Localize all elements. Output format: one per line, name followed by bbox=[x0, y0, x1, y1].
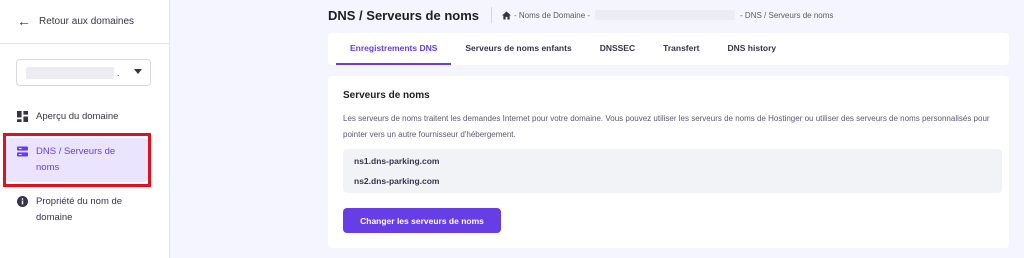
breadcrumb-domains[interactable]: - Noms de Domaine - bbox=[514, 11, 590, 20]
tab-transfer[interactable]: Transfert bbox=[649, 33, 713, 65]
info-icon bbox=[17, 196, 28, 207]
card-description: Les serveurs de noms traitent les demand… bbox=[343, 114, 990, 139]
breadcrumb-domain-redacted[interactable] bbox=[595, 10, 736, 20]
nameserver-list: ns1.dns-parking.com ns2.dns-parking.com bbox=[343, 149, 1002, 193]
sidebar-item-dns-nameservers[interactable]: DNS / Serveurs de noms bbox=[6, 138, 148, 182]
change-nameservers-button[interactable]: Changer les serveurs de noms bbox=[343, 208, 501, 233]
sidebar-divider bbox=[0, 43, 170, 44]
page-title: DNS / Serveurs de noms bbox=[328, 7, 479, 23]
sidebar-item-label: Propriété du nom de domaine bbox=[36, 196, 123, 223]
header-separator bbox=[491, 7, 492, 23]
main-content: DNS / Serveurs de noms - Noms de Domaine… bbox=[171, 0, 1024, 258]
back-label: Retour aux domaines bbox=[39, 15, 135, 27]
dashboard-icon bbox=[17, 111, 28, 122]
breadcrumb: - Noms de Domaine - - DNS / Serveurs de … bbox=[502, 10, 833, 20]
home-icon[interactable] bbox=[502, 10, 511, 20]
back-to-domains-link[interactable]: ← Retour aux domaines bbox=[17, 12, 134, 30]
dns-tabs: Enregistrements DNS Serveurs de noms enf… bbox=[328, 33, 1009, 65]
tab-dns-records[interactable]: Enregistrements DNS bbox=[336, 33, 452, 65]
breadcrumb-current: - DNS / Serveurs de noms bbox=[740, 10, 834, 20]
tab-dnssec[interactable]: DNSSEC bbox=[586, 33, 649, 65]
sidebar: ← Retour aux domaines . Aperçu du domain… bbox=[0, 0, 170, 258]
server-icon bbox=[17, 146, 28, 157]
domain-select-suffix: . bbox=[117, 67, 120, 78]
card-title: Serveurs de noms bbox=[343, 90, 430, 101]
nameservers-card: Serveurs de noms Les serveurs de noms tr… bbox=[328, 76, 1009, 248]
tab-child-nameservers[interactable]: Serveurs de noms enfants bbox=[451, 33, 585, 65]
sidebar-item-label: Aperçu du domaine bbox=[36, 111, 119, 122]
domain-name-redacted bbox=[26, 66, 114, 79]
page-header: DNS / Serveurs de noms - Noms de Domaine… bbox=[328, 6, 833, 24]
domain-select[interactable]: . bbox=[16, 59, 151, 86]
nameserver-1: ns1.dns-parking.com bbox=[354, 156, 440, 166]
chevron-down-icon bbox=[134, 69, 142, 74]
sidebar-item-domain-overview[interactable]: Aperçu du domaine bbox=[6, 109, 148, 125]
sidebar-item-label: DNS / Serveurs de noms bbox=[36, 146, 116, 173]
nameserver-2: ns2.dns-parking.com bbox=[354, 176, 440, 186]
sidebar-item-domain-ownership[interactable]: Propriété du nom de domaine bbox=[6, 194, 148, 226]
tab-dns-history[interactable]: DNS history bbox=[714, 33, 791, 65]
arrow-left-icon: ← bbox=[17, 13, 31, 29]
